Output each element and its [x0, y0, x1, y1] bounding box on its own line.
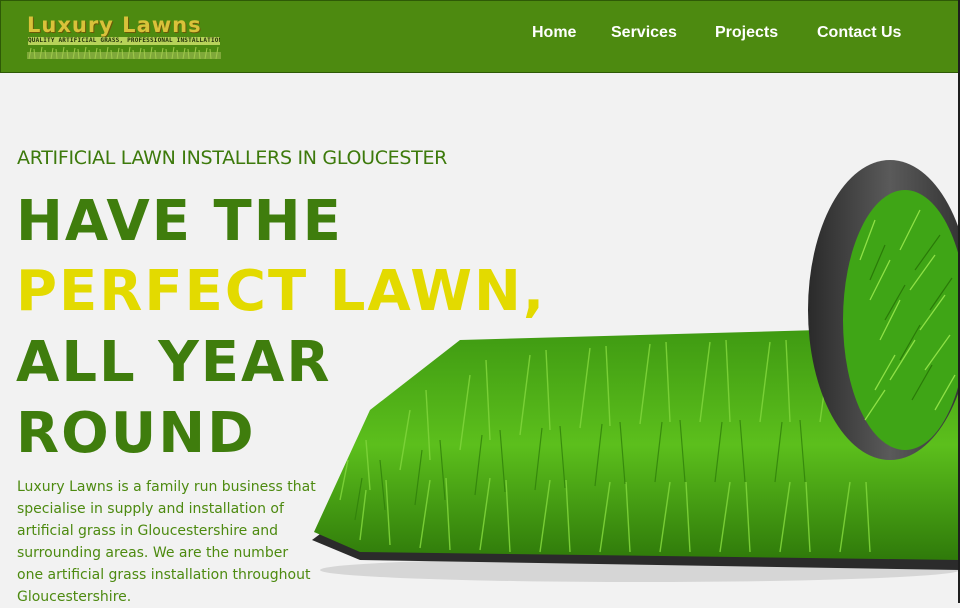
hero-subheading: ARTIFICIAL LAWN INSTALLERS IN GLOUCESTER — [17, 147, 448, 169]
hero-headline-line-3: ALL YEAR — [16, 330, 332, 395]
nav-home[interactable]: Home — [532, 24, 576, 42]
hero-headline-line-2: PERFECT LAWN, — [16, 259, 547, 324]
nav-services[interactable]: Services — [611, 24, 677, 42]
logo-grass-icon — [27, 46, 221, 59]
main-nav: Home Services Projects Contact Us — [0, 24, 960, 44]
hero-headline-line-4: ROUND — [16, 401, 256, 466]
artificial-grass-roll-image — [312, 160, 960, 582]
nav-projects[interactable]: Projects — [715, 24, 778, 42]
hero-description: Luxury Lawns is a family run business th… — [17, 479, 316, 605]
hero-headline-line-1: HAVE THE — [16, 189, 343, 254]
nav-contact-us[interactable]: Contact Us — [817, 24, 901, 42]
